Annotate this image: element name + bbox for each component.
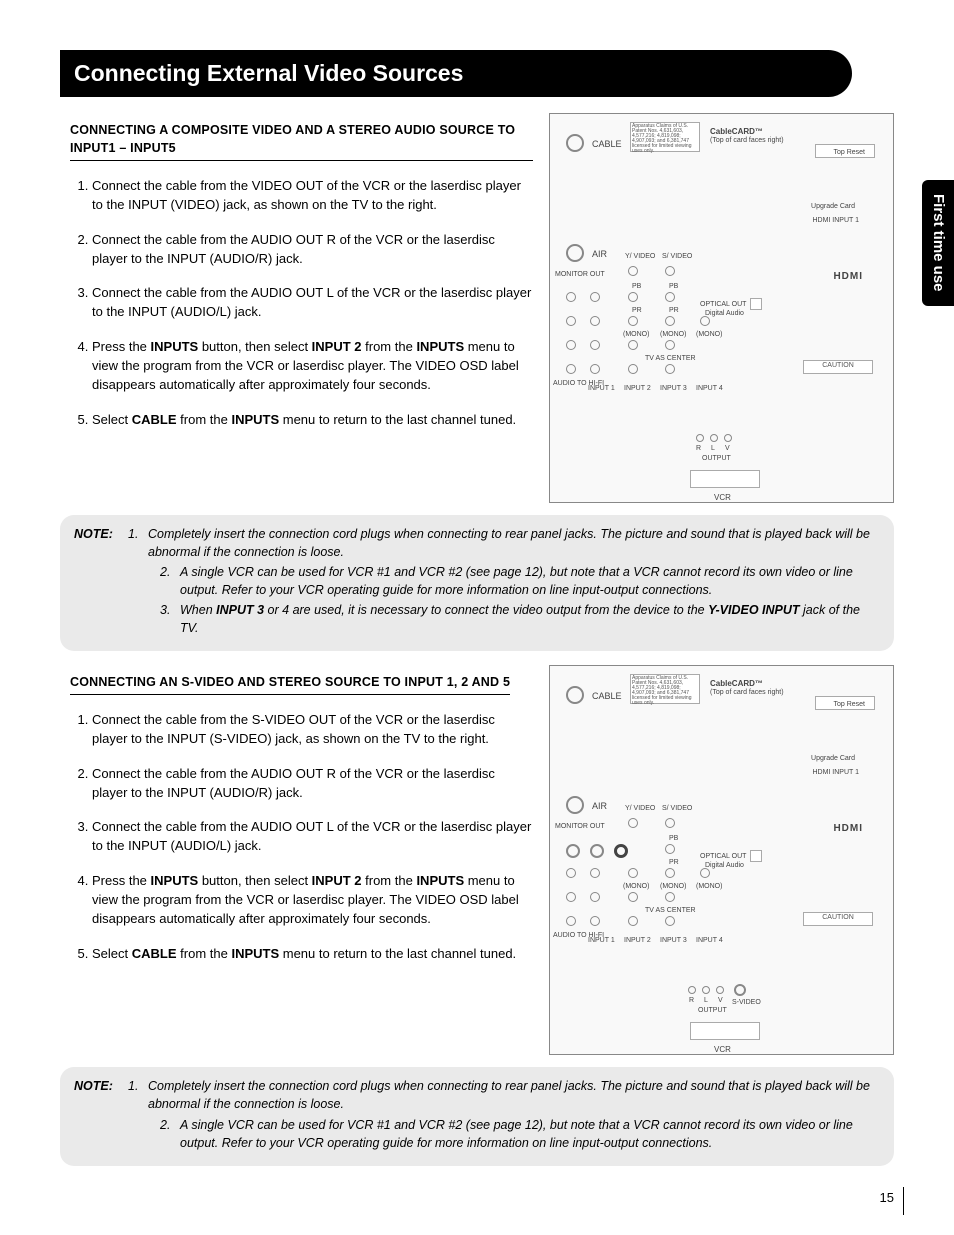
side-tab: First time use: [922, 180, 954, 306]
section-1-steps: Connect the cable from the VIDEO OUT of …: [70, 177, 533, 429]
note-box-2: NOTE: 1. Completely insert the connectio…: [60, 1067, 894, 1166]
diagram-2-col: CABLE Apparatus Claims of U.S. Patent No…: [549, 665, 894, 1055]
step-5: Select CABLE from the INPUTS menu to ret…: [92, 945, 533, 964]
step-3: Connect the cable from the AUDIO OUT L o…: [92, 818, 533, 856]
page-number: 15: [880, 1188, 894, 1208]
section-1: CONNECTING A COMPOSITE VIDEO AND A STERE…: [60, 113, 894, 503]
diagram-1-col: CABLE Apparatus Claims of U.S. Patent No…: [549, 113, 894, 503]
section-2-text: CONNECTING AN S-VIDEO AND STEREO SOURCE …: [60, 665, 533, 1055]
section-2-steps: Connect the cable from the S-VIDEO OUT o…: [70, 711, 533, 963]
section-2-title: CONNECTING AN S-VIDEO AND STEREO SOURCE …: [70, 673, 510, 695]
step-2: Connect the cable from the AUDIO OUT R o…: [92, 765, 533, 803]
step-5: Select CABLE from the INPUTS menu to ret…: [92, 411, 533, 430]
step-1: Connect the cable from the S-VIDEO OUT o…: [92, 711, 533, 749]
step-3: Connect the cable from the AUDIO OUT L o…: [92, 284, 533, 322]
note-box-1: NOTE: 1. Completely insert the connectio…: [60, 515, 894, 652]
step-4: Press the INPUTS button, then select INP…: [92, 338, 533, 395]
step-2: Connect the cable from the AUDIO OUT R o…: [92, 231, 533, 269]
step-4: Press the INPUTS button, then select INP…: [92, 872, 533, 929]
connection-diagram-1: CABLE Apparatus Claims of U.S. Patent No…: [549, 113, 894, 503]
page-header: Connecting External Video Sources: [60, 50, 852, 97]
corner-line: [903, 1187, 904, 1215]
step-1: Connect the cable from the VIDEO OUT of …: [92, 177, 533, 215]
section-1-title: CONNECTING A COMPOSITE VIDEO AND A STERE…: [70, 121, 533, 162]
connection-diagram-2: CABLE Apparatus Claims of U.S. Patent No…: [549, 665, 894, 1055]
page: First time use Connecting External Video…: [0, 0, 954, 1235]
section-2: CONNECTING AN S-VIDEO AND STEREO SOURCE …: [60, 665, 894, 1055]
section-1-text: CONNECTING A COMPOSITE VIDEO AND A STERE…: [60, 113, 533, 503]
